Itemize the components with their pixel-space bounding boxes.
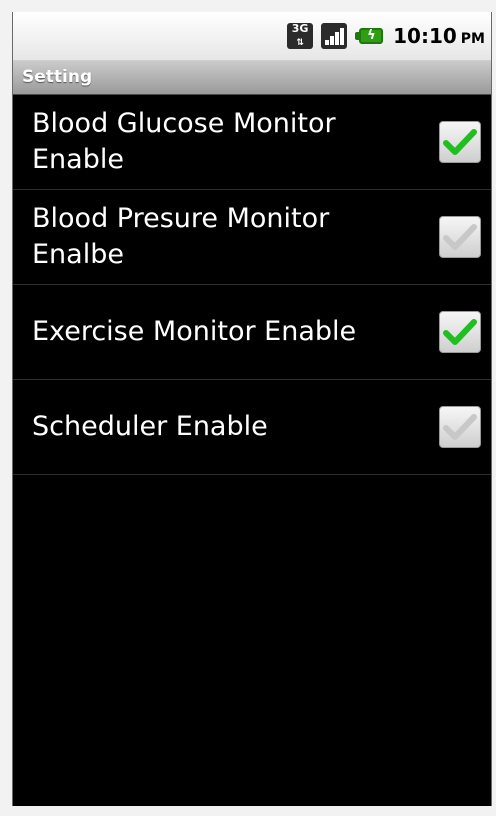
checkmark-icon bbox=[443, 414, 477, 440]
exercise-checkbox[interactable] bbox=[439, 311, 481, 353]
status-icons: 3G ⇅ ϟ 10:10 PM bbox=[287, 12, 485, 60]
clock-ampm: PM bbox=[460, 31, 485, 47]
setting-row-exercise[interactable]: Exercise Monitor Enable bbox=[13, 285, 491, 380]
page-title: Setting bbox=[22, 67, 93, 87]
status-bar: 3G ⇅ ϟ 10:10 PM bbox=[13, 12, 491, 61]
battery-charging-icon: ϟ bbox=[355, 26, 385, 46]
setting-label-blood-pressure: Blood Presure Monitor Enalbe bbox=[32, 203, 330, 270]
signal-strength-icon bbox=[321, 23, 348, 49]
data-activity-icon: ⇅ bbox=[296, 38, 304, 48]
checkmark-icon bbox=[443, 129, 477, 155]
setting-row-scheduler[interactable]: Scheduler Enable bbox=[13, 380, 491, 475]
setting-label-blood-glucose: Blood Glucose Monitor Enable bbox=[32, 108, 336, 175]
blood-pressure-checkbox[interactable] bbox=[439, 216, 481, 258]
screen: 3G ⇅ ϟ 10:10 PM Setting Blood Glucose Mo… bbox=[12, 12, 492, 806]
clock-time: 10:10 bbox=[393, 24, 457, 48]
device-frame: 3G ⇅ ϟ 10:10 PM Setting Blood Glucose Mo… bbox=[0, 0, 496, 816]
checkmark-icon bbox=[443, 319, 477, 345]
title-bar: Setting bbox=[13, 61, 491, 95]
network-type-label: 3G bbox=[291, 22, 309, 35]
setting-row-blood-pressure[interactable]: Blood Presure Monitor Enalbe bbox=[13, 190, 491, 285]
setting-label-scheduler: Scheduler Enable bbox=[32, 411, 268, 442]
setting-label-exercise: Exercise Monitor Enable bbox=[32, 316, 357, 347]
settings-list: Blood Glucose Monitor Enable Blood Presu… bbox=[13, 95, 491, 475]
network-3g-icon: 3G ⇅ bbox=[287, 22, 314, 49]
checkmark-icon bbox=[443, 224, 477, 250]
scheduler-checkbox[interactable] bbox=[439, 406, 481, 448]
status-clock: 10:10 PM bbox=[393, 24, 485, 48]
blood-glucose-checkbox[interactable] bbox=[439, 121, 481, 163]
setting-row-blood-glucose[interactable]: Blood Glucose Monitor Enable bbox=[13, 95, 491, 190]
